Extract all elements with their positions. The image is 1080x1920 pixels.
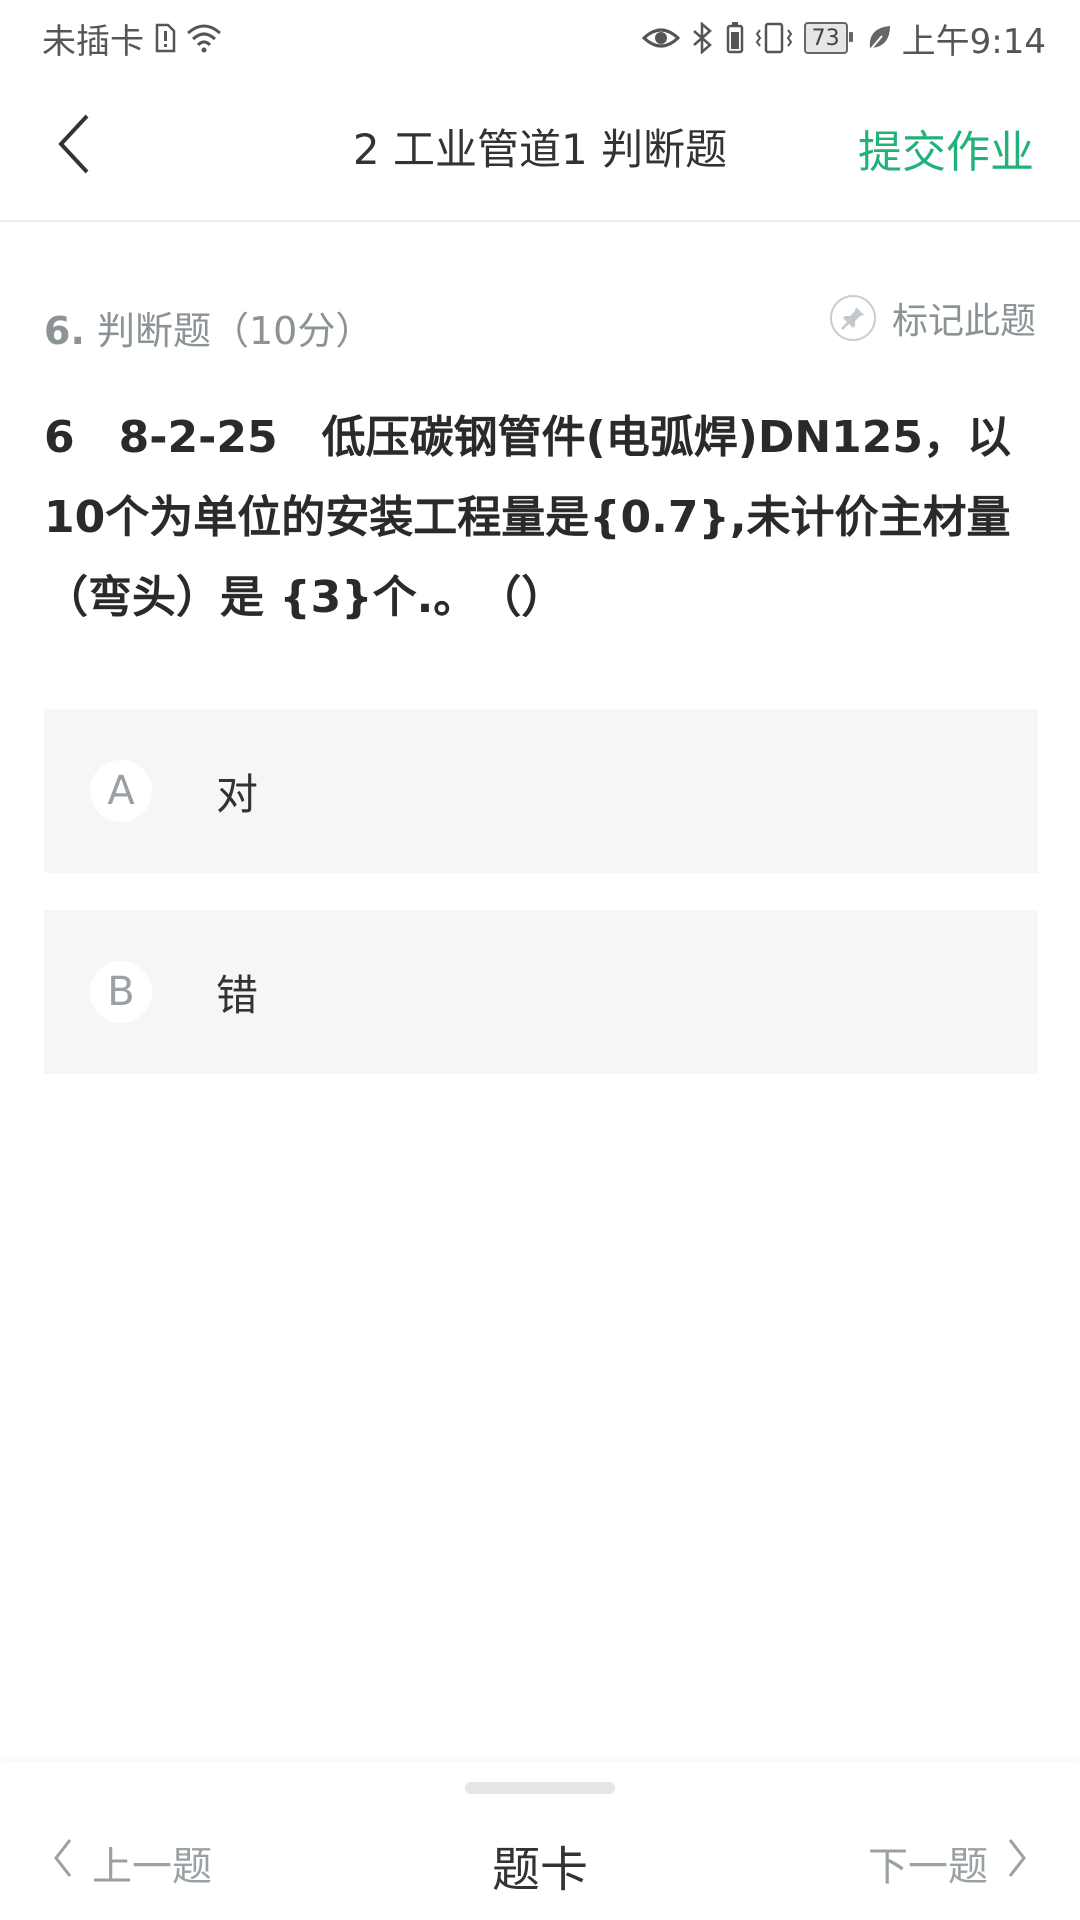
option-letter: B xyxy=(90,961,152,1023)
option-letter: A xyxy=(90,760,152,822)
mark-question-label: 标记此题 xyxy=(891,301,1036,342)
option-text: 对 xyxy=(216,769,259,819)
bluetooth-icon xyxy=(690,22,716,54)
status-left: 未插卡 xyxy=(42,14,222,63)
bottom-bar: 上一题 题卡 下一题 xyxy=(0,1762,1080,1920)
option-a[interactable]: A 对 xyxy=(44,709,1038,873)
answer-card-button[interactable]: 题卡 xyxy=(440,1830,640,1900)
wifi-icon xyxy=(186,23,222,53)
eye-icon xyxy=(641,24,680,52)
pin-icon xyxy=(829,295,876,341)
question-text: 6 8-2-25 低压碳钢管件(电弧焊)DN125，以10个为单位的安装工程量是… xyxy=(44,412,1012,623)
prev-question-button[interactable]: 上一题 xyxy=(52,1834,212,1892)
submit-homework-button[interactable]: 提交作业 xyxy=(858,116,1034,180)
mark-question-button[interactable]: 标记此题 xyxy=(829,292,1036,344)
drag-handle[interactable] xyxy=(465,1782,615,1794)
next-question-label: 下一题 xyxy=(868,1844,988,1890)
chevron-left-icon xyxy=(52,1838,74,1888)
nav-bar: 2 工业管道1 判断题 提交作业 xyxy=(0,76,1080,222)
battery-small-icon xyxy=(726,22,744,54)
chevron-left-icon xyxy=(55,112,95,180)
leaf-icon xyxy=(866,24,892,52)
carrier-text: 未插卡 xyxy=(42,21,144,62)
option-text: 错 xyxy=(216,970,259,1020)
battery-icon: 73 xyxy=(803,22,853,54)
prev-question-label: 上一题 xyxy=(92,1844,212,1890)
question-number: 6. xyxy=(44,309,85,353)
question-type: 判断题（10分） xyxy=(96,309,374,353)
question-header: 6. 判断题（10分） xyxy=(44,300,373,355)
option-b[interactable]: B 错 xyxy=(44,910,1038,1074)
vibrate-icon xyxy=(754,22,794,54)
status-right: 73 上午9:14 xyxy=(641,14,1046,63)
sim-alert-icon xyxy=(154,23,176,53)
status-bar: 未插卡 73 上午9:14 xyxy=(0,0,1080,76)
time-text: 上午9:14 xyxy=(901,21,1046,62)
back-button[interactable] xyxy=(40,106,110,186)
chevron-right-icon xyxy=(1006,1838,1028,1888)
next-question-button[interactable]: 下一题 xyxy=(868,1834,1028,1892)
